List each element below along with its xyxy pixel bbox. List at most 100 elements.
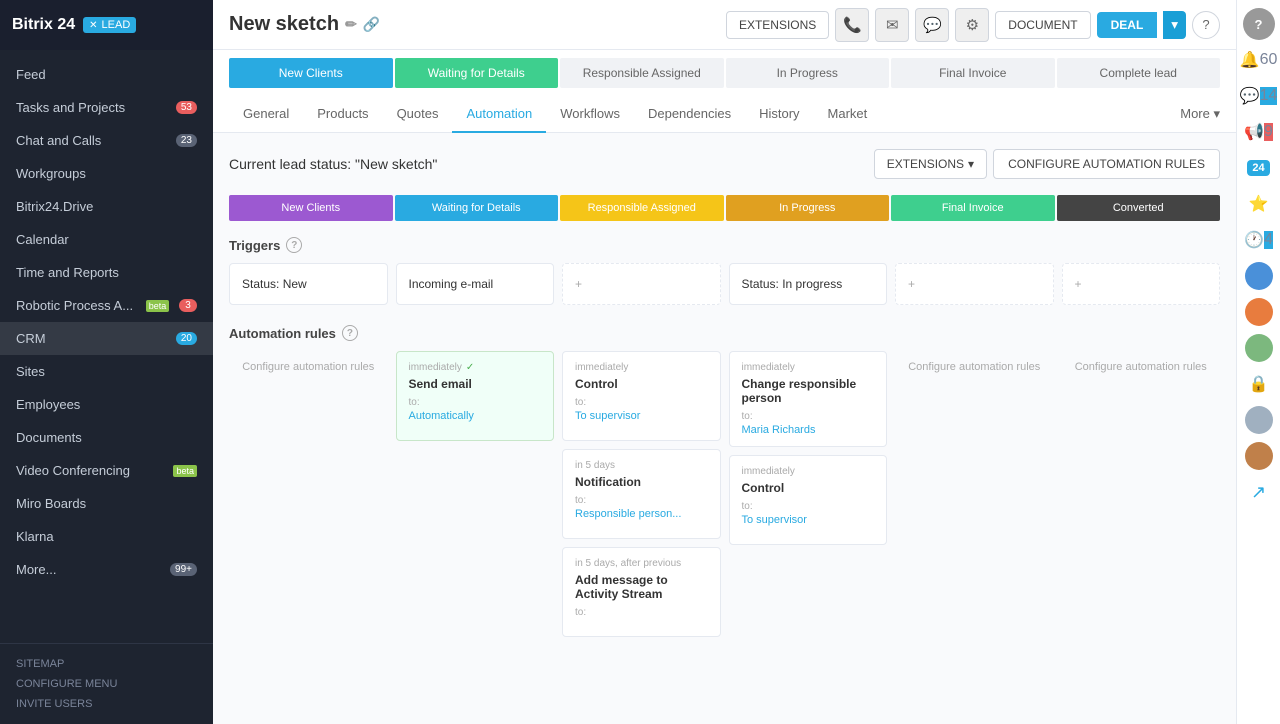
auto-card-name: Add message to Activity Stream (575, 573, 708, 601)
avatar-3[interactable] (1243, 332, 1275, 364)
triggers-help-icon[interactable]: ? (286, 237, 302, 253)
sidebar-item-workgroups[interactable]: Workgroups (0, 157, 213, 190)
tabs-more-button[interactable]: More ▾ (1180, 96, 1220, 132)
tab-market[interactable]: Market (814, 96, 882, 133)
bitrix-badge-button[interactable]: 24 (1243, 152, 1275, 184)
edit-title-icon[interactable]: ✏ (345, 16, 357, 33)
sidebar-item-bitrix24.drive[interactable]: Bitrix24.Drive (0, 190, 213, 223)
lock-icon-button[interactable]: 🔒 (1243, 368, 1275, 400)
stage-item-4[interactable]: Final Invoice (891, 58, 1055, 88)
tab-dependencies[interactable]: Dependencies (634, 96, 745, 133)
sidebar-item-crm[interactable]: CRM20 (0, 322, 213, 355)
sidebar-item-video-conferencing[interactable]: Video Conferencingbeta (0, 454, 213, 487)
help-button[interactable]: ? (1192, 11, 1220, 39)
sidebar-item-sites[interactable]: Sites (0, 355, 213, 388)
tab-quotes[interactable]: Quotes (383, 96, 453, 133)
arrow-icon-button[interactable]: ↗ (1243, 476, 1275, 508)
auto-card-timing: immediately (575, 362, 708, 373)
tab-workflows[interactable]: Workflows (546, 96, 634, 133)
avatar-2[interactable] (1243, 296, 1275, 328)
auto-stage-1[interactable]: Waiting for Details (395, 195, 559, 221)
sidebar-item-klarna[interactable]: Klarna (0, 520, 213, 553)
trigger-3[interactable]: Status: In progress (729, 263, 888, 305)
config-placeholder-4-0[interactable]: Configure automation rules (895, 351, 1054, 383)
sidebar-item-more...[interactable]: More...99+ (0, 553, 213, 586)
tab-history[interactable]: History (745, 96, 813, 133)
footer-item-configure-menu[interactable]: CONFIGURE MENU (16, 674, 197, 694)
sidebar-item-feed[interactable]: Feed (0, 58, 213, 91)
stage-item-5[interactable]: Complete lead (1057, 58, 1221, 88)
document-button[interactable]: DOCUMENT (995, 11, 1090, 39)
trigger-2[interactable]: + (562, 263, 721, 305)
stage-item-2[interactable]: Responsible Assigned (560, 58, 724, 88)
auto-card-recipient: Maria Richards (742, 424, 875, 436)
sidebar-item-calendar[interactable]: Calendar (0, 223, 213, 256)
sidebar-item-label: Robotic Process A... (16, 298, 133, 313)
auto-stage-4[interactable]: Final Invoice (891, 195, 1055, 221)
sidebar-item-tasks-and-projects[interactable]: Tasks and Projects53 (0, 91, 213, 124)
clock-button[interactable]: 🕐 4 (1243, 224, 1275, 256)
deal-button[interactable]: DEAL (1097, 12, 1158, 38)
tab-products[interactable]: Products (303, 96, 382, 133)
email-icon-button[interactable]: ✉ (875, 8, 909, 42)
tabs-bar: GeneralProductsQuotesAutomationWorkflows… (213, 96, 1236, 133)
auto-stage-0[interactable]: New Clients (229, 195, 393, 221)
sidebar-item-chat-and-calls[interactable]: Chat and Calls23 (0, 124, 213, 157)
stage-item-3[interactable]: In Progress (726, 58, 890, 88)
config-placeholder-0-0[interactable]: Configure automation rules (229, 351, 388, 383)
footer-item-sitemap[interactable]: SITEMAP (16, 654, 197, 674)
auto-card-2-0[interactable]: immediately Control to: To supervisor (562, 351, 721, 441)
automation-grid: Configure automation rules immediately✓ … (229, 351, 1220, 637)
auto-stage-2[interactable]: Responsible Assigned (560, 195, 724, 221)
sidebar-item-employees[interactable]: Employees (0, 388, 213, 421)
trigger-5[interactable]: + (1062, 263, 1221, 305)
tab-automation[interactable]: Automation (452, 96, 546, 133)
avatar-1[interactable] (1243, 260, 1275, 292)
sidebar-item-label: Employees (16, 397, 80, 412)
sidebar-item-miro-boards[interactable]: Miro Boards (0, 487, 213, 520)
auto-card-recipient: To supervisor (575, 410, 708, 422)
bitrix-badge: 24 (1247, 160, 1269, 176)
auto-card-3-1[interactable]: immediately Control to: To supervisor (729, 455, 888, 545)
auto-card-2-1[interactable]: in 5 days Notification to: Responsible p… (562, 449, 721, 539)
user-avatar[interactable]: ? (1243, 8, 1275, 40)
avatar-5[interactable] (1243, 440, 1275, 472)
deal-caret-button[interactable]: ▾ (1163, 11, 1186, 39)
auto-card-timing: immediately (742, 466, 875, 477)
sidebar-item-robotic-process-a...[interactable]: Robotic Process A...beta3 (0, 289, 213, 322)
trigger-1[interactable]: Incoming e-mail (396, 263, 555, 305)
beta-badge: beta (173, 465, 197, 477)
megaphone-button[interactable]: 📢 9 (1243, 116, 1275, 148)
configure-automation-button[interactable]: CONFIGURE AUTOMATION RULES (993, 149, 1220, 179)
chevron-down-icon: ▾ (968, 157, 974, 171)
auto-card-1-0[interactable]: immediately✓ Send email to: Automaticall… (396, 351, 555, 441)
auto-stage-3[interactable]: In Progress (726, 195, 890, 221)
footer-item-invite-users[interactable]: INVITE USERS (16, 694, 197, 714)
auto-card-timing: in 5 days, after previous (575, 558, 708, 569)
auto-stage-5[interactable]: Converted (1057, 195, 1221, 221)
tab-general[interactable]: General (229, 96, 303, 133)
phone-icon-button[interactable]: 📞 (835, 8, 869, 42)
chat-icon-button[interactable]: 💬 (915, 8, 949, 42)
settings-icon-button[interactable]: ⚙ (955, 8, 989, 42)
star-button[interactable]: ⭐ (1243, 188, 1275, 220)
close-lead-icon[interactable]: ✕ (89, 20, 97, 31)
stage-item-1[interactable]: Waiting for Details (395, 58, 559, 88)
auto-card-2-2[interactable]: in 5 days, after previous Add message to… (562, 547, 721, 637)
sidebar-badge: 23 (176, 134, 197, 147)
extensions-button[interactable]: EXTENSIONS (726, 11, 829, 39)
automation-help-icon[interactable]: ? (342, 325, 358, 341)
extensions-button-2[interactable]: EXTENSIONS ▾ (874, 149, 987, 179)
bell-icon-button[interactable]: 🔔 60 (1243, 44, 1275, 76)
avatar-4[interactable] (1243, 404, 1275, 436)
stage-item-0[interactable]: New Clients (229, 58, 393, 88)
link-icon[interactable]: 🔗 (363, 16, 380, 33)
chat-notification-button[interactable]: 💬 14 (1243, 80, 1275, 112)
config-placeholder-5-0[interactable]: Configure automation rules (1062, 351, 1221, 383)
sidebar-item-time-and-reports[interactable]: Time and Reports (0, 256, 213, 289)
sidebar-item-documents[interactable]: Documents (0, 421, 213, 454)
trigger-4[interactable]: + (895, 263, 1054, 305)
trigger-0[interactable]: Status: New (229, 263, 388, 305)
sidebar-lead-badge[interactable]: ✕ LEAD (83, 17, 136, 33)
auto-card-3-0[interactable]: immediately Change responsible person to… (729, 351, 888, 447)
